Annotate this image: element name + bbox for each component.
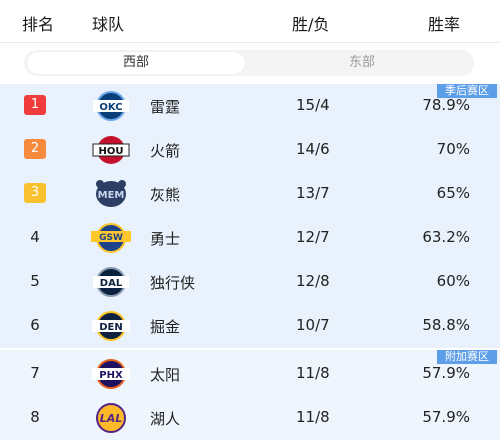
team-pct: 57.9% [422, 408, 470, 426]
team-pct: 78.9% [422, 96, 470, 114]
table-row[interactable]: 8 LAL 湖人 11/8 57.9% [0, 396, 500, 440]
dal-logo-icon: DAL [93, 267, 129, 297]
gsw-logo-icon: GSW [91, 223, 131, 253]
header-divider [0, 42, 500, 43]
rank-number: 7 [30, 364, 40, 382]
rank-number: 5 [30, 272, 40, 290]
team-pct: 65% [436, 184, 470, 202]
svg-text:HOU: HOU [99, 146, 124, 157]
team-record: 10/7 [296, 316, 330, 334]
svg-text:OKC: OKC [99, 102, 122, 113]
team-name: 灰熊 [150, 186, 181, 204]
team-name: 湖人 [150, 410, 181, 428]
rank-badge: 3 [24, 183, 46, 203]
tab-east[interactable]: 东部 [253, 52, 471, 74]
svg-text:DEN: DEN [99, 322, 123, 333]
rank-number: 8 [30, 408, 40, 426]
den-logo-icon: DEN [92, 311, 130, 341]
team-name: 掘金 [150, 318, 181, 336]
team-pct: 70% [436, 140, 470, 158]
team-name: 勇士 [150, 230, 181, 248]
mem-logo-icon: MEM [96, 180, 126, 207]
header-record: 胜/负 [292, 15, 330, 34]
table-row[interactable]: 4 GSW 勇士 12/7 63.2% [0, 216, 500, 260]
table-row[interactable]: 6 DEN 掘金 10/7 58.8% [0, 304, 500, 348]
svg-text:MEM: MEM [98, 190, 125, 201]
svg-text:LAL: LAL [100, 412, 123, 425]
lal-logo-icon: LAL [96, 403, 126, 433]
team-record: 12/7 [296, 228, 330, 246]
table-row[interactable]: 5 DAL 独行侠 12/8 60% [0, 260, 500, 304]
playoff-zone: 季后赛区 1 OKC 雷霆 15/4 78.9% 2 HOU 火箭 14/6 7… [0, 84, 500, 348]
team-record: 15/4 [296, 96, 330, 114]
rank-badge: 1 [24, 95, 46, 115]
conference-tabs: 西部 东部 [24, 50, 474, 76]
team-record: 11/8 [296, 408, 330, 426]
header-pct: 胜率 [428, 15, 461, 34]
svg-text:PHX: PHX [99, 370, 123, 381]
rank-badge: 2 [24, 139, 46, 159]
team-name: 独行侠 [150, 274, 196, 292]
team-pct: 58.8% [422, 316, 470, 334]
svg-text:GSW: GSW [99, 233, 123, 243]
team-record: 12/8 [296, 272, 330, 290]
team-record: 11/8 [296, 364, 330, 382]
table-row[interactable]: 7 PHX 太阳 11/8 57.9% [0, 352, 500, 396]
team-record: 14/6 [296, 140, 330, 158]
phx-logo-icon: PHX [92, 359, 130, 389]
playin-zone: 附加赛区 7 PHX 太阳 11/8 57.9% 8 LAL 湖人 11/8 5… [0, 350, 500, 440]
team-name: 太阳 [150, 366, 181, 384]
team-pct: 63.2% [422, 228, 470, 246]
table-row[interactable]: 2 HOU 火箭 14/6 70% [0, 128, 500, 172]
okc-logo-icon: OKC [93, 91, 129, 121]
team-name: 火箭 [150, 142, 181, 160]
table-row[interactable]: 1 OKC 雷霆 15/4 78.9% [0, 84, 500, 128]
team-name: 雷霆 [150, 98, 181, 116]
table-row[interactable]: 3 MEM 灰熊 13/7 65% [0, 172, 500, 216]
rank-number: 6 [30, 316, 40, 334]
tab-west[interactable]: 西部 [27, 52, 245, 74]
team-pct: 57.9% [422, 364, 470, 382]
team-record: 13/7 [296, 184, 330, 202]
hou-logo-icon: HOU [92, 136, 130, 164]
standings-header: 排名 球队 胜/负 胜率 [0, 0, 500, 42]
header-rank: 排名 [22, 15, 55, 34]
header-team: 球队 [92, 15, 125, 34]
svg-text:DAL: DAL [100, 278, 123, 289]
rank-number: 4 [30, 228, 40, 246]
team-pct: 60% [436, 272, 470, 290]
